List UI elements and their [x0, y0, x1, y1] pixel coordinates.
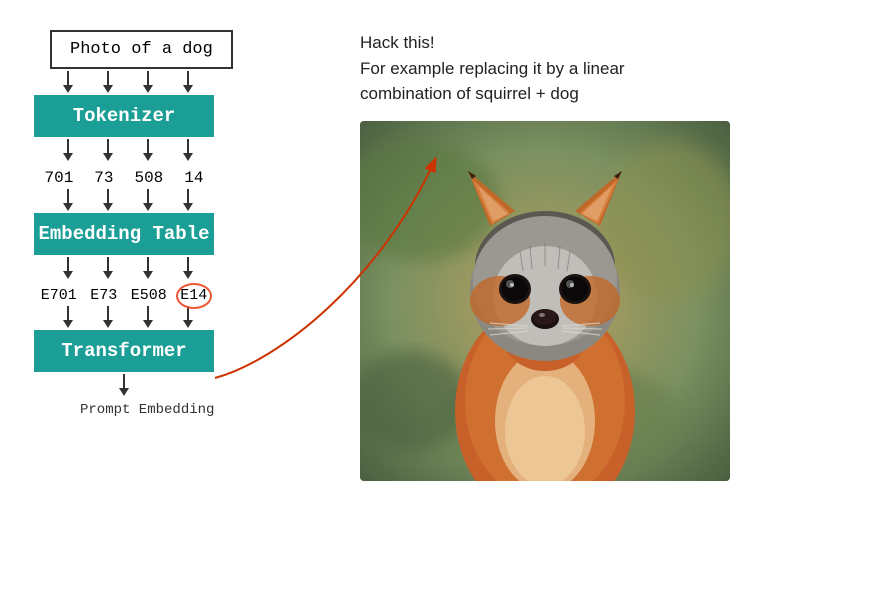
- prompt-embedding-label: Prompt Embedding: [80, 402, 214, 418]
- arrow-down-13: [63, 257, 73, 279]
- tokenizer-label: Tokenizer: [73, 105, 176, 127]
- transformer-label: Transformer: [61, 340, 186, 362]
- diagram-panel: Photo of a dog Tokenizer 701 73 508 14: [20, 20, 320, 569]
- animal-image: [360, 121, 730, 481]
- arrow-down-20: [183, 306, 193, 328]
- arrow-down-11: [143, 189, 153, 211]
- arrow-down-1: [63, 71, 73, 93]
- animal-illustration: [360, 121, 730, 481]
- arrow-down-17: [63, 306, 73, 328]
- input-label: Photo of a dog: [70, 40, 213, 59]
- arrow-down-12: [183, 189, 193, 211]
- arrows-embeds-to-transformer: [48, 306, 208, 328]
- transformer-box: Transformer: [34, 330, 214, 372]
- arrow-down-18: [103, 306, 113, 328]
- token-2: 73: [94, 169, 113, 187]
- right-panel: Hack this! For example replacing it by a…: [320, 20, 859, 569]
- arrow-down-5: [63, 139, 73, 161]
- hack-line2: For example replacing it by a linear: [360, 59, 625, 78]
- main-container: Photo of a dog Tokenizer 701 73 508 14: [0, 0, 879, 589]
- embedding-table-label: Embedding Table: [38, 223, 209, 245]
- arrow-down-16: [183, 257, 193, 279]
- token-4: 14: [184, 169, 203, 187]
- tokens-row: 701 73 508 14: [34, 169, 214, 187]
- arrow-transformer-to-output: [34, 374, 214, 396]
- embed-4: E14: [180, 287, 207, 304]
- arrow-down-15: [143, 257, 153, 279]
- arrow-down-9: [63, 189, 73, 211]
- input-box: Photo of a dog: [50, 30, 233, 69]
- token-3: 508: [134, 169, 163, 187]
- arrow-down-6: [103, 139, 113, 161]
- arrow-down-8: [183, 139, 193, 161]
- embedding-table-box: Embedding Table: [34, 213, 214, 255]
- arrow-down-14: [103, 257, 113, 279]
- embed-2: E73: [90, 287, 117, 304]
- arrow-down-3: [143, 71, 153, 93]
- arrows-tokenizer-to-tokens: [48, 139, 208, 161]
- hack-description: Hack this! For example replacing it by a…: [360, 30, 859, 107]
- tokenizer-box: Tokenizer: [34, 95, 214, 137]
- embeddings-row: E701 E73 E508 E14: [34, 287, 214, 304]
- arrow-down-2: [103, 71, 113, 93]
- hack-line3: combination of squirrel + dog: [360, 84, 579, 103]
- arrow-down-19: [143, 306, 153, 328]
- arrows-tokens-to-embedding: [48, 189, 208, 211]
- embed-3: E508: [131, 287, 167, 304]
- hack-line1: Hack this!: [360, 33, 435, 52]
- arrow-down-10: [103, 189, 113, 211]
- token-1: 701: [44, 169, 73, 187]
- arrow-down-4: [183, 71, 193, 93]
- arrows-embedding-to-embeds: [48, 257, 208, 279]
- embed-1: E701: [41, 287, 77, 304]
- arrow-down-7: [143, 139, 153, 161]
- arrows-input-to-tokenizer: [48, 71, 208, 93]
